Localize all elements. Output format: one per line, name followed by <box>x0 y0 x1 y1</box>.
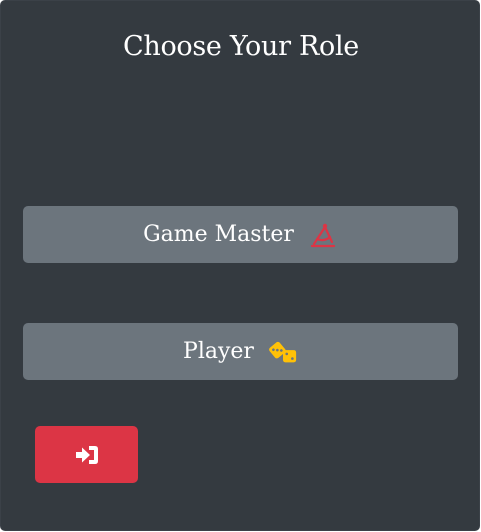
role-selection-card: Choose Your Role Game Master Player <box>0 0 480 531</box>
compass-drafting-icon <box>308 220 338 250</box>
sign-in-icon <box>74 444 100 466</box>
game-master-label: Game Master <box>143 222 294 247</box>
player-button[interactable]: Player <box>23 323 458 380</box>
game-master-button[interactable]: Game Master <box>23 206 458 263</box>
page-title: Choose Your Role <box>123 31 359 62</box>
dice-icon <box>268 337 298 367</box>
exit-button[interactable] <box>35 426 138 483</box>
player-label: Player <box>183 339 254 364</box>
